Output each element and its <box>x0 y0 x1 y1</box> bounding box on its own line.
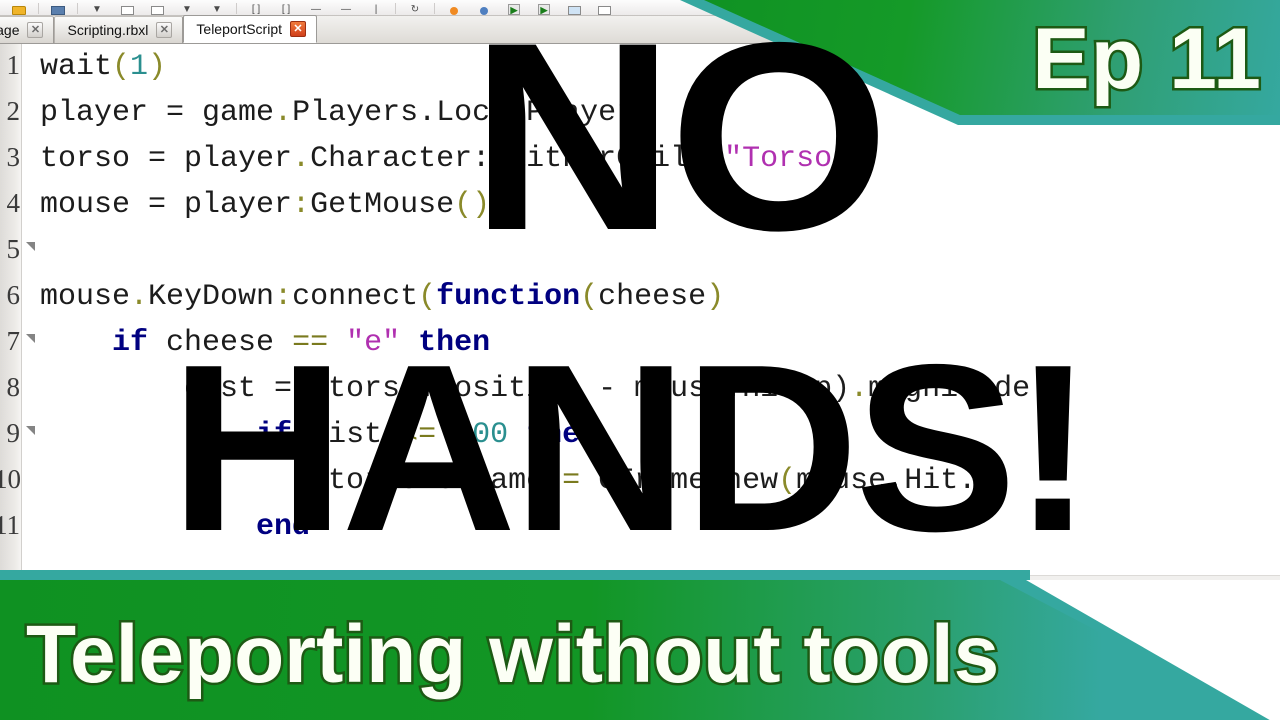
code-token: ) <box>148 50 167 84</box>
close-icon[interactable]: ✕ <box>156 22 173 38</box>
tab-label: TeleportScript <box>196 21 282 37</box>
code-token: mouse <box>40 280 131 314</box>
refresh-icon[interactable]: ↻ <box>400 1 430 15</box>
chevron-down-icon[interactable]: ▼ <box>82 1 112 15</box>
episode-label: Ep 11 <box>1030 9 1264 110</box>
code-token: mouse = player <box>40 188 293 222</box>
code-token: if <box>112 326 149 360</box>
line-number: 11 <box>0 510 20 540</box>
line-number-gutter: 1 2 3 4 5 6 7 8 9 10 11 <box>0 44 22 575</box>
line-number: 6 <box>6 280 21 310</box>
orange-dot-icon[interactable] <box>439 1 469 15</box>
line-number: 2 <box>6 96 21 126</box>
code-token: GetMouse <box>310 188 455 222</box>
line-number: 5 <box>6 234 21 264</box>
line-number: 3 <box>6 142 21 172</box>
code-token: ( <box>418 280 437 314</box>
bar-icon[interactable]: | <box>361 1 391 15</box>
code-token: 1 <box>130 50 149 84</box>
fold-marker-icon[interactable] <box>26 426 35 435</box>
code-token: . <box>292 142 311 176</box>
line-number: 4 <box>6 188 21 218</box>
fold-marker-icon[interactable] <box>26 242 35 251</box>
title-banner-label: Teleporting without tools <box>23 607 1001 703</box>
close-icon[interactable]: ✕ <box>27 22 44 38</box>
code-token: connect <box>292 280 419 314</box>
line-number: 8 <box>6 372 21 402</box>
box-icon[interactable] <box>112 1 142 15</box>
code-token: wait <box>40 50 113 84</box>
overlay-word-no: NO <box>470 0 890 286</box>
code-token: torso = player <box>40 142 293 176</box>
code-token: player = game <box>40 96 275 130</box>
tab-teleportscript[interactable]: TeleportScript ✕ <box>183 15 317 43</box>
toolbar-separator <box>395 3 396 14</box>
folder-icon[interactable] <box>4 1 34 15</box>
chevron-down-icon[interactable]: ▼ <box>172 1 202 15</box>
bracket-icon[interactable]: [ ] <box>271 1 301 15</box>
code-token: ( <box>112 50 131 84</box>
code-token: . <box>274 96 293 130</box>
chevron-down-icon[interactable]: ▼ <box>202 1 232 15</box>
tab-label: t Page <box>0 22 20 38</box>
save-icon[interactable] <box>43 1 73 15</box>
toolbar-separator <box>236 3 237 14</box>
dash-icon[interactable]: — <box>331 1 361 15</box>
box-icon[interactable] <box>142 1 172 15</box>
line-number: 7 <box>6 326 21 356</box>
code-token: : <box>274 280 293 314</box>
tab-start-page[interactable]: t Page ✕ <box>0 16 55 43</box>
line-number: 9 <box>6 418 21 448</box>
fold-marker-icon[interactable] <box>26 334 35 343</box>
line-number: 10 <box>0 464 21 494</box>
toolbar-separator <box>38 3 39 14</box>
code-token: : <box>292 188 311 222</box>
dash-icon[interactable]: — <box>301 1 331 15</box>
toolbar-separator <box>77 3 78 14</box>
close-icon[interactable]: ✕ <box>290 21 306 37</box>
title-banner-teal-strip <box>0 570 1030 580</box>
bracket-icon[interactable]: [ ] <box>241 1 271 15</box>
tab-label: Scripting.rbxl <box>67 22 149 38</box>
line-number: 1 <box>6 50 21 80</box>
tab-scripting-rbxl[interactable]: Scripting.rbxl ✕ <box>54 16 184 43</box>
code-token: KeyDown <box>148 280 275 314</box>
toolbar-separator <box>434 3 435 14</box>
code-token: . <box>130 280 149 314</box>
overlay-word-hands: HANDS! <box>170 316 1094 581</box>
